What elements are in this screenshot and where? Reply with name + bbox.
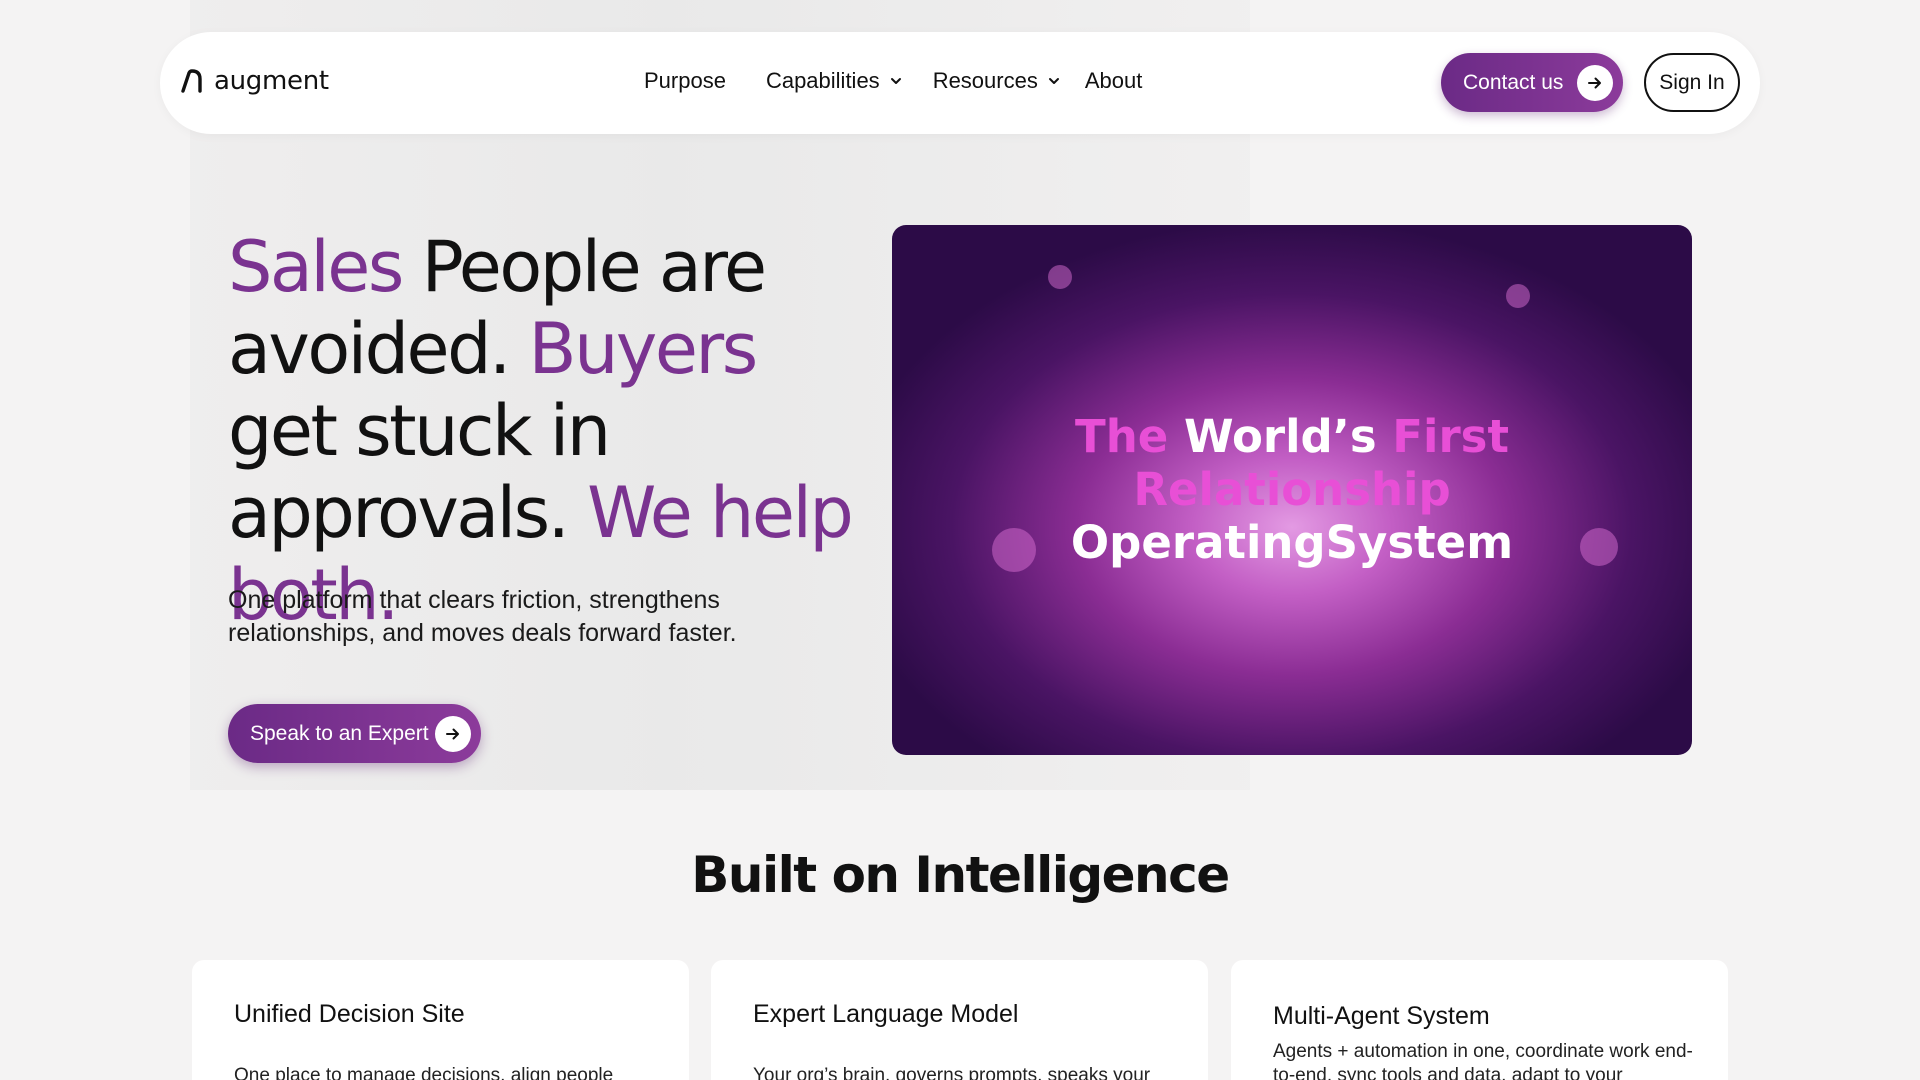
caption-word: The: [1075, 410, 1184, 463]
logo-text: augment: [214, 66, 329, 96]
card-title: Unified Decision Site: [234, 1000, 465, 1028]
top-navbar: augment Purpose Capabilities Resources A…: [160, 32, 1760, 134]
feature-card-expert-language-model[interactable]: Expert Language Model Your org’s brain, …: [711, 960, 1208, 1080]
video-caption-line1: The World’s First: [892, 410, 1692, 463]
hero-video[interactable]: The World’s First Relationship Operating…: [892, 225, 1692, 755]
nav-link-about[interactable]: About: [1085, 68, 1143, 94]
sign-in-button[interactable]: Sign In: [1644, 53, 1740, 112]
contact-us-button[interactable]: Contact us: [1441, 53, 1623, 112]
hero-title-highlight: Buyers: [528, 308, 759, 390]
logo[interactable]: augment: [180, 66, 329, 96]
nav-link-label: About: [1084, 68, 1143, 93]
chevron-down-icon: [890, 78, 901, 84]
logo-mark-icon: [181, 69, 202, 93]
feature-card-multi-agent-system[interactable]: Multi-Agent System Agents + automation i…: [1231, 960, 1728, 1080]
hero-subtitle: One platform that clears friction, stren…: [228, 586, 737, 647]
arrow-right-icon: [435, 716, 471, 752]
video-caption-line2: Relationship: [1133, 463, 1451, 516]
chevron-down-icon: [1048, 78, 1059, 84]
speak-to-expert-label: Speak to an Expert: [250, 721, 429, 745]
nav-link-resources[interactable]: Resources: [933, 68, 1061, 94]
nav-link-label: Capabilities: [765, 68, 880, 93]
sign-in-label: Sign In: [1659, 70, 1725, 94]
decorative-dot: [1506, 284, 1530, 308]
nav-links: Purpose Capabilities Resources About: [644, 68, 1142, 94]
card-title: Multi-Agent System: [1273, 1002, 1490, 1030]
section-title: Built on Intelligence: [691, 846, 1230, 904]
card-description: Agents + automation in one, coordinate w…: [1273, 1041, 1693, 1080]
nav-link-purpose[interactable]: Purpose: [644, 68, 726, 94]
caption-word: World’s: [1183, 410, 1393, 463]
nav-link-label: Purpose: [644, 68, 726, 93]
speak-to-expert-button[interactable]: Speak to an Expert: [228, 704, 481, 763]
arrow-right-icon: [1577, 65, 1613, 101]
feature-card-unified-decision-site[interactable]: Unified Decision Site One place to manag…: [192, 960, 689, 1080]
decorative-dot: [1048, 265, 1072, 289]
hero-title-text: get stuck in approvals.: [228, 390, 611, 554]
card-title: Expert Language Model: [753, 1000, 1019, 1028]
hero-title-highlight: Sales: [228, 226, 404, 308]
nav-link-capabilities[interactable]: Capabilities: [766, 68, 903, 94]
video-caption: The World’s First Relationship Operating…: [892, 410, 1692, 569]
caption-word: First: [1392, 410, 1509, 463]
contact-us-label: Contact us: [1463, 70, 1564, 94]
video-caption-line3: OperatingSystem: [1070, 516, 1514, 569]
hero-title: Sales People are avoided. Buyers get stu…: [228, 226, 868, 636]
card-description: One place to manage decisions, align peo…: [234, 1065, 614, 1080]
nav-link-label: Resources: [932, 68, 1038, 93]
card-description: Your org’s brain, governs prompts, speak…: [753, 1065, 1151, 1080]
